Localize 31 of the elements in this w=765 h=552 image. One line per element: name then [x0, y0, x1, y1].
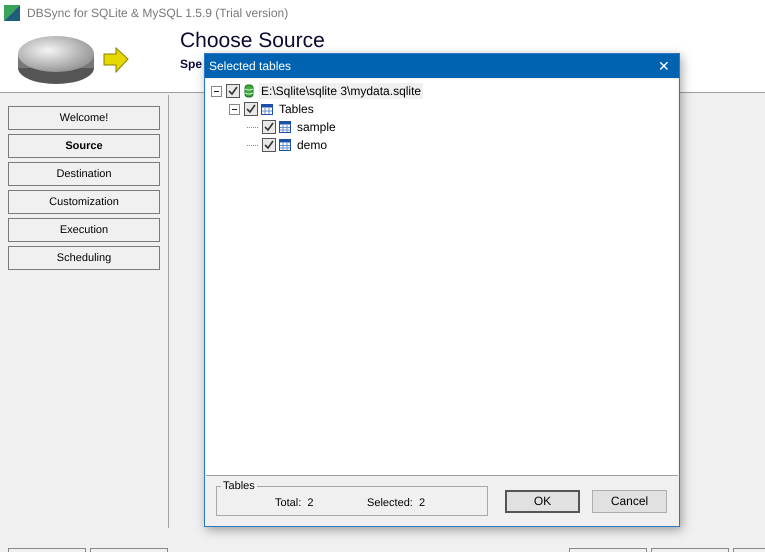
checkbox[interactable]	[262, 138, 276, 152]
page-title: Choose Source	[180, 29, 325, 53]
checkbox[interactable]	[226, 84, 240, 98]
selected-count: Selected: 2	[367, 497, 426, 509]
database-icon	[243, 84, 255, 98]
nav-button[interactable]: Source	[8, 134, 160, 158]
tables-icon	[261, 102, 273, 116]
collapse-icon[interactable]	[211, 86, 222, 96]
nav-button[interactable]: Welcome!	[8, 106, 160, 130]
total-count: Total: 2	[275, 497, 314, 509]
dialog-title: Selected tables	[209, 59, 292, 73]
nav-button[interactable]: Destination	[8, 162, 160, 186]
checkbox[interactable]	[262, 120, 276, 134]
tree-item[interactable]: Tables	[277, 101, 316, 117]
group-label: Tables	[221, 480, 257, 492]
nav-button[interactable]: Customization	[8, 190, 160, 214]
close-button[interactable]: ✕	[649, 54, 679, 78]
table-icon	[279, 138, 291, 152]
nav-button[interactable]: Execution	[8, 218, 160, 242]
tree-item[interactable]: sample	[295, 119, 338, 135]
tree-item[interactable]: demo	[295, 137, 330, 153]
dialog-button[interactable]: OK	[505, 490, 580, 512]
tree-item[interactable]: E:\Sqlite\sqlite 3\mydata.sqlite	[259, 83, 424, 99]
page-subtitle: Spe	[180, 57, 202, 71]
collapse-icon[interactable]	[229, 104, 240, 114]
app-logo-icon	[4, 5, 20, 21]
checkbox[interactable]	[244, 102, 258, 116]
window-title: DBSync for SQLite & MySQL 1.5.9 (Trial version)	[27, 6, 288, 20]
nav-button[interactable]: Scheduling	[8, 246, 160, 270]
dialog-button[interactable]: Cancel	[592, 490, 667, 512]
table-icon	[279, 120, 291, 134]
